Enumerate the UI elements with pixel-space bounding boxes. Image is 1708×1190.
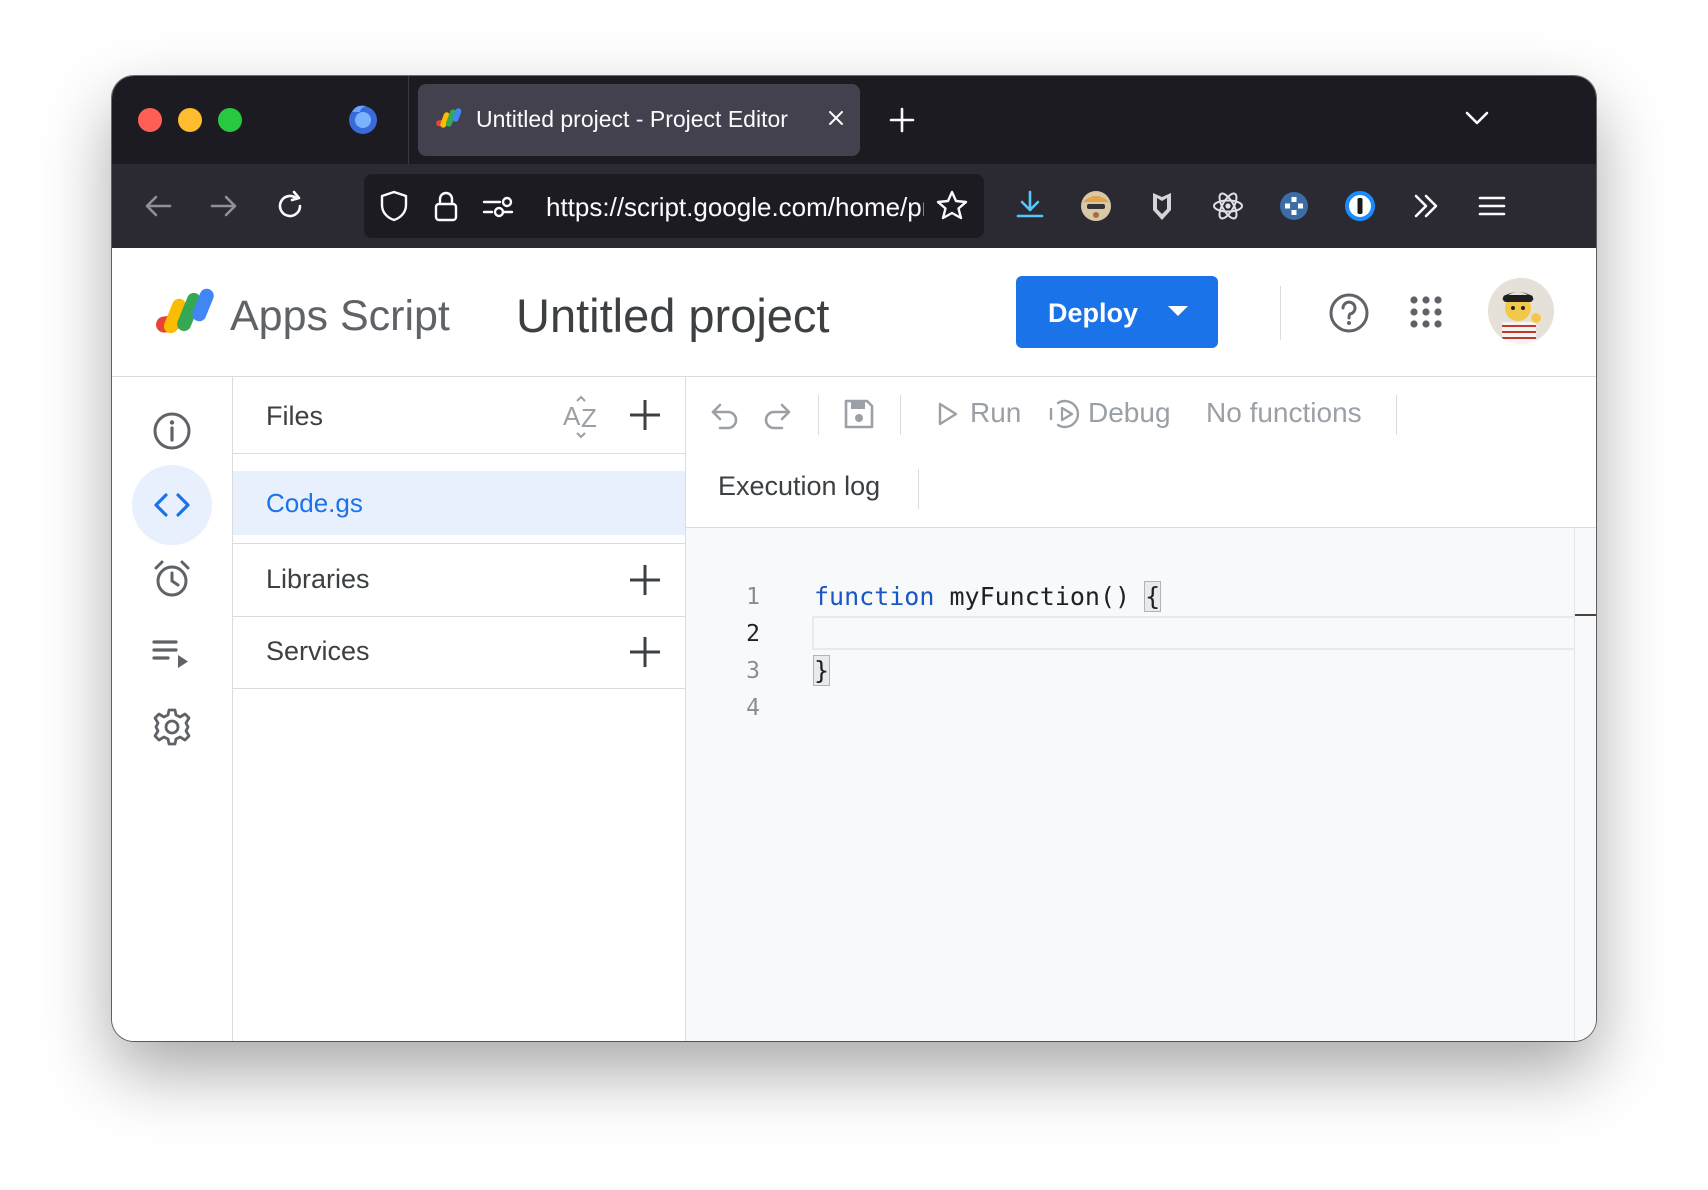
bookmark-star-icon[interactable] bbox=[934, 188, 970, 224]
menu-icon[interactable] bbox=[1474, 188, 1510, 224]
reload-icon[interactable] bbox=[272, 188, 308, 224]
nav-triggers[interactable] bbox=[132, 539, 212, 619]
deploy-label: Deploy bbox=[1048, 298, 1139, 328]
editor-toolbar: Run Debug No functions Execution log bbox=[686, 377, 1596, 528]
tab-title: Untitled project - Project Editor bbox=[476, 106, 788, 132]
services-label: Services bbox=[266, 636, 370, 666]
react-devtools-icon[interactable] bbox=[1210, 188, 1246, 224]
zoom-window-button[interactable] bbox=[218, 108, 242, 132]
line-number: 3 bbox=[746, 658, 760, 684]
code-line-3: } bbox=[812, 655, 831, 686]
code-close-brace: } bbox=[812, 655, 831, 686]
nav-settings[interactable] bbox=[132, 687, 212, 767]
deploy-dropdown-icon bbox=[1168, 306, 1188, 316]
libraries-section: Libraries bbox=[233, 543, 685, 617]
add-file-icon[interactable] bbox=[627, 397, 663, 433]
firefox-view-icon[interactable] bbox=[346, 102, 380, 136]
overflow-icon[interactable] bbox=[1408, 188, 1444, 224]
code-keyword: function bbox=[814, 582, 935, 611]
function-select[interactable]: No functions bbox=[1206, 397, 1362, 429]
url-text[interactable]: https://script.google.com/home/projects bbox=[546, 192, 924, 223]
close-window-button[interactable] bbox=[138, 108, 162, 132]
editor-minimap[interactable] bbox=[1574, 528, 1596, 1041]
add-service-icon[interactable] bbox=[627, 634, 663, 670]
apps-script-favicon-icon bbox=[436, 108, 462, 128]
extension-plus-icon[interactable] bbox=[1276, 188, 1312, 224]
app-name[interactable]: Apps Script bbox=[230, 292, 450, 341]
debug-icon bbox=[1049, 399, 1080, 429]
files-label: Files bbox=[266, 401, 324, 431]
redo-icon[interactable] bbox=[760, 397, 794, 431]
svg-text:Z: Z bbox=[581, 403, 597, 433]
list-all-tabs-icon[interactable] bbox=[1462, 106, 1492, 130]
execution-log-button[interactable]: Execution log bbox=[718, 471, 880, 502]
debug-label: Debug bbox=[1088, 397, 1171, 428]
permissions-icon[interactable] bbox=[480, 188, 516, 224]
file-item-code-gs[interactable]: Code.gs bbox=[233, 471, 685, 535]
code-line-1: function myFunction() { bbox=[814, 581, 1162, 612]
services-section: Services bbox=[233, 616, 685, 689]
line-number: 2 bbox=[746, 621, 760, 647]
minimize-window-button[interactable] bbox=[178, 108, 202, 132]
project-title[interactable]: Untitled project bbox=[516, 288, 830, 343]
browser-window: Untitled project - Project Editor https:… bbox=[112, 76, 1596, 1041]
current-line-highlight bbox=[812, 616, 1596, 650]
libraries-label: Libraries bbox=[266, 564, 370, 594]
extension-avatar-icon[interactable] bbox=[1078, 188, 1114, 224]
code-icon bbox=[154, 493, 190, 517]
toolbar-divider bbox=[900, 395, 901, 435]
help-icon[interactable] bbox=[1328, 292, 1370, 334]
google-apps-icon[interactable] bbox=[1408, 294, 1444, 330]
nav-overview[interactable] bbox=[132, 391, 212, 471]
nav-executions[interactable] bbox=[132, 613, 212, 693]
toolbar-divider bbox=[1396, 395, 1397, 435]
save-icon[interactable] bbox=[842, 397, 876, 431]
svg-text:A: A bbox=[563, 401, 581, 431]
extension-shield-icon[interactable] bbox=[1144, 188, 1180, 224]
navigation-toolbar: https://script.google.com/home/projects bbox=[112, 164, 1596, 248]
line-number: 1 bbox=[746, 584, 760, 610]
deploy-button[interactable]: Deploy bbox=[1016, 276, 1218, 348]
toolbar-divider bbox=[918, 469, 919, 509]
nav-editor[interactable] bbox=[132, 465, 212, 545]
back-icon[interactable] bbox=[140, 188, 176, 224]
apps-script-logo-icon bbox=[156, 288, 214, 334]
files-panel: Files A Z Code.gs Libraries Services bbox=[233, 377, 686, 1041]
1password-icon[interactable] bbox=[1342, 188, 1378, 224]
file-name: Code.gs bbox=[266, 488, 363, 518]
play-icon bbox=[938, 402, 958, 426]
playlist-play-icon bbox=[152, 640, 188, 668]
tab-bar: Untitled project - Project Editor bbox=[112, 76, 1596, 164]
avatar-image-icon bbox=[1488, 278, 1554, 344]
download-icon[interactable] bbox=[1012, 188, 1048, 224]
toolbar-divider bbox=[818, 395, 819, 435]
code-open-brace: { bbox=[1144, 581, 1162, 612]
code-function-signature: myFunction() bbox=[934, 582, 1146, 611]
sort-az-icon[interactable]: A Z bbox=[561, 395, 605, 439]
gear-icon bbox=[153, 708, 191, 746]
run-label: Run bbox=[970, 397, 1022, 428]
header-divider bbox=[1280, 286, 1281, 340]
new-tab-icon[interactable] bbox=[886, 104, 918, 136]
account-avatar[interactable] bbox=[1488, 278, 1554, 344]
undo-icon[interactable] bbox=[708, 397, 742, 431]
info-icon bbox=[153, 412, 191, 450]
line-number: 4 bbox=[746, 695, 760, 721]
close-tab-icon[interactable] bbox=[822, 104, 850, 132]
tab-project-editor[interactable]: Untitled project - Project Editor bbox=[418, 84, 860, 156]
forward-icon[interactable] bbox=[206, 188, 242, 224]
minimap-viewport-indicator bbox=[1575, 614, 1596, 616]
shield-icon[interactable] bbox=[376, 188, 412, 224]
left-nav-rail bbox=[112, 377, 233, 1041]
alarm-clock-icon bbox=[154, 560, 190, 597]
app-header: Apps Script Untitled project Deploy bbox=[112, 248, 1596, 377]
tab-separator bbox=[408, 76, 409, 164]
url-bar[interactable]: https://script.google.com/home/projects bbox=[364, 174, 984, 238]
add-library-icon[interactable] bbox=[627, 562, 663, 598]
code-editor[interactable]: 1 2 3 4 function myFunction() { } bbox=[686, 528, 1596, 1041]
lock-icon[interactable] bbox=[428, 188, 464, 224]
files-header: Files A Z bbox=[233, 377, 685, 454]
